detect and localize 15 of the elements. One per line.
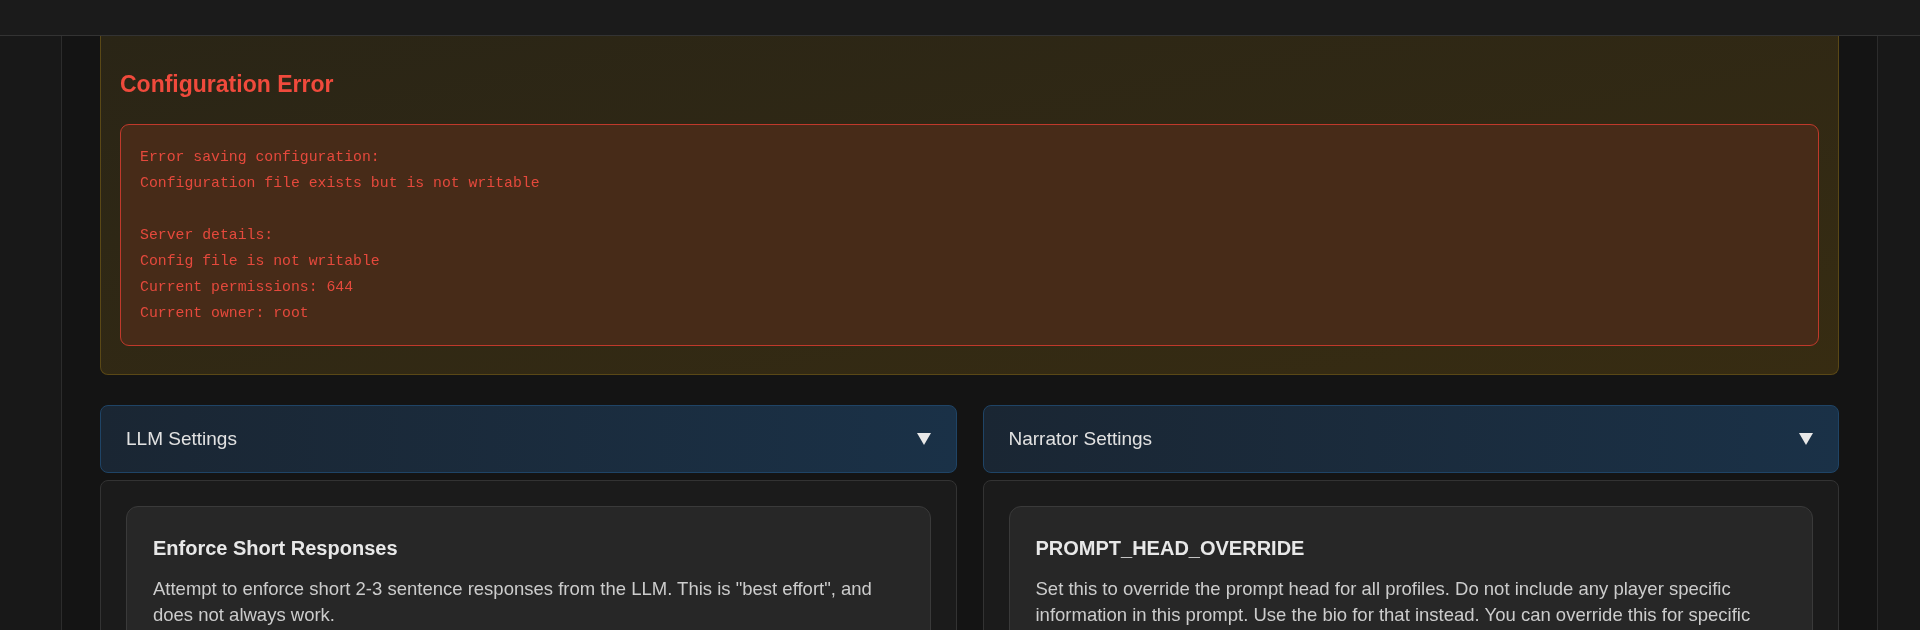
section-header[interactable]: LLM Settings <box>100 405 957 473</box>
error-message-line: Server details: <box>140 226 275 245</box>
setting-description: Attempt to enforce short 2-3 sentence responses from the LLM. This is "best effort", and does not always work. <box>153 577 873 627</box>
error-message-line: Error saving configuration: <box>140 148 381 167</box>
section-header[interactable]: Narrator Settings <box>982 405 1839 473</box>
caret-down-icon <box>1799 433 1813 445</box>
setting-description: Set this to override the prompt head for all profiles. Do not include any player specific information in this prompt. Use the bio for that instead. You can override this for specific <box>1035 577 1752 627</box>
error-message-line: Configuration file exists but is not writable <box>140 174 541 193</box>
setting-title: PROMPT_HEAD_OVERRIDE <box>1035 536 1306 560</box>
error-message-line: Current permissions: 644 <box>140 278 355 297</box>
setting-title: Enforce Short Responses <box>153 536 399 560</box>
error-message-line: Current owner: root <box>140 304 310 323</box>
error-message-line: Config file is not writable <box>140 252 381 271</box>
caret-down-icon <box>916 433 931 445</box>
error-title: Configuration Error <box>120 70 335 98</box>
